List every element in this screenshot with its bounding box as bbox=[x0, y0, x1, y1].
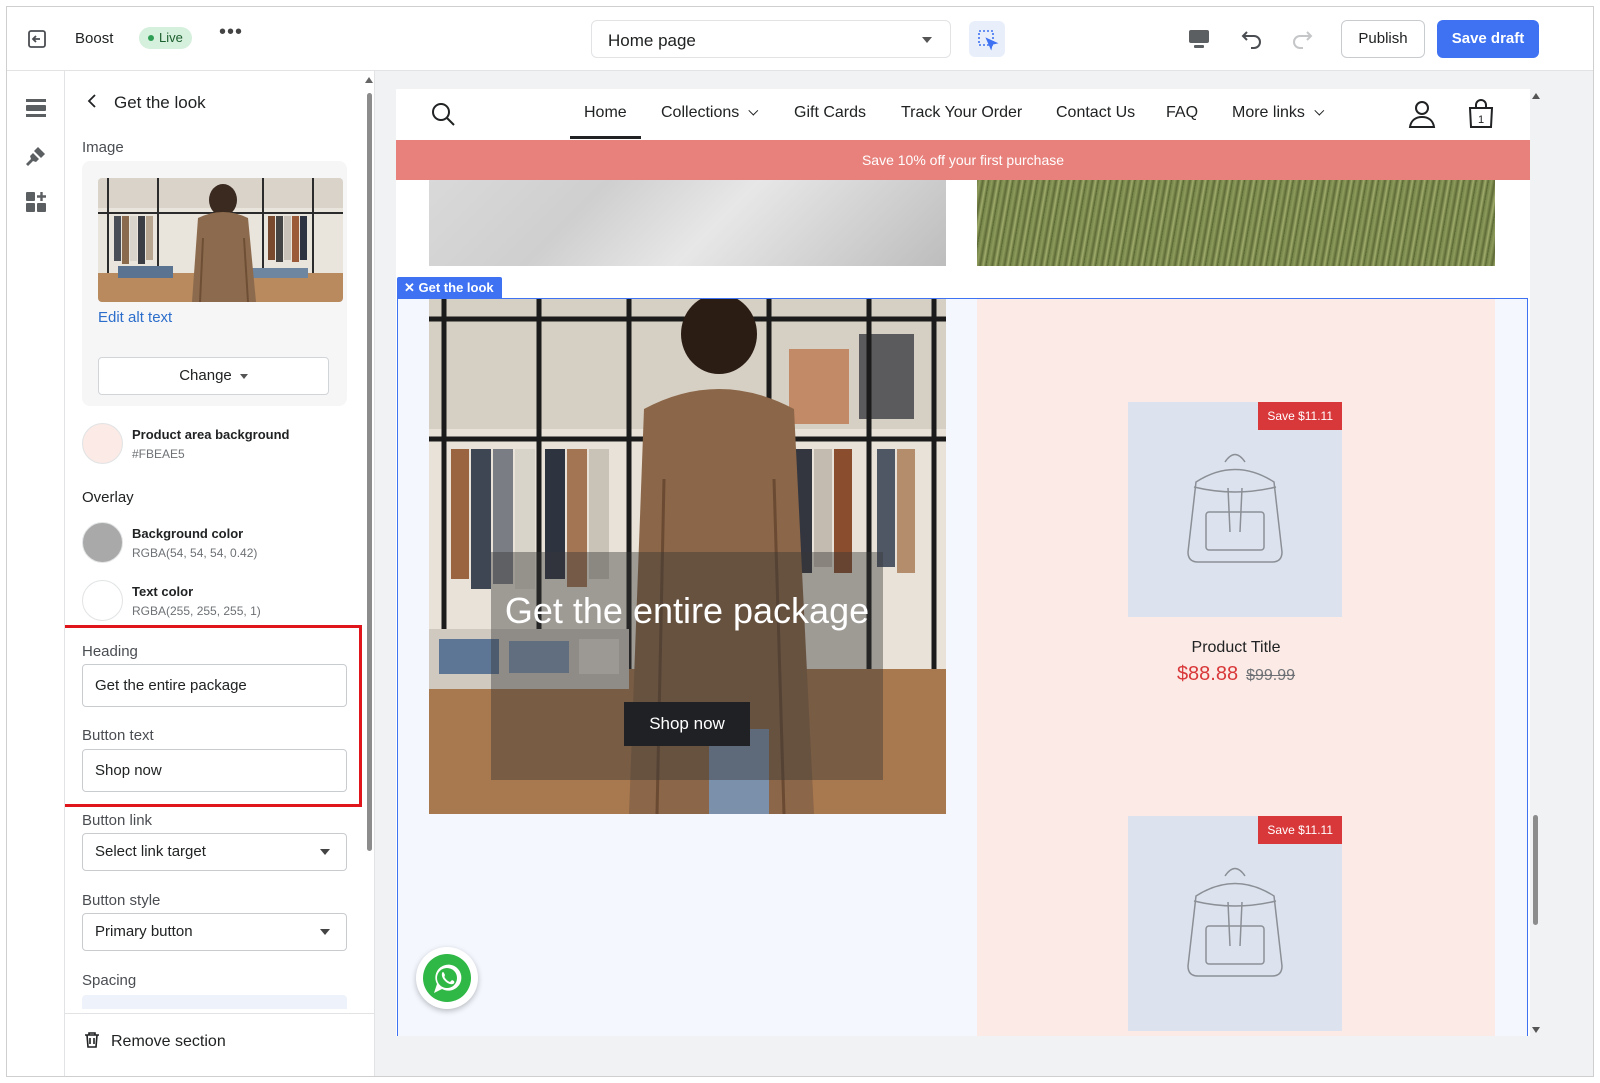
button-link-select[interactable]: Select link target bbox=[82, 833, 347, 871]
nav-item-label: Collections bbox=[661, 104, 740, 121]
edit-alt-text-link[interactable]: Edit alt text bbox=[98, 309, 172, 326]
theme-settings-icon[interactable] bbox=[25, 145, 47, 167]
panel-scroll-thumb[interactable] bbox=[367, 93, 372, 851]
store-navigation: Home Collections Gift Cards Track Your O… bbox=[396, 89, 1530, 140]
spacing-control[interactable] bbox=[82, 995, 347, 1009]
button-text-label: Button text bbox=[82, 727, 154, 744]
button-link-value: Select link target bbox=[95, 843, 206, 860]
page-selector[interactable]: Home page bbox=[591, 20, 951, 58]
search-icon[interactable] bbox=[430, 101, 456, 127]
account-icon[interactable] bbox=[1408, 99, 1436, 129]
storefront-preview: Home Collections Gift Cards Track Your O… bbox=[396, 89, 1530, 1036]
text-color-swatch[interactable] bbox=[82, 580, 123, 621]
chevron-down-icon bbox=[748, 105, 759, 116]
scroll-up-arrow-icon[interactable] bbox=[365, 77, 373, 83]
more-actions-button[interactable]: ••• bbox=[219, 21, 243, 44]
exit-icon[interactable] bbox=[25, 27, 49, 51]
nav-item-more-links[interactable]: More links bbox=[1232, 104, 1325, 122]
section-settings-panel: Get the look Image Edit alt text Change … bbox=[65, 71, 375, 1076]
background-color-swatch[interactable] bbox=[82, 522, 123, 563]
close-icon[interactable]: ✕ bbox=[404, 280, 419, 295]
image-picker-card: Edit alt text Change bbox=[82, 161, 347, 406]
heading-input[interactable]: Get the entire package bbox=[82, 664, 347, 707]
theme-name: Boost bbox=[75, 30, 114, 47]
overlay-heading: Overlay bbox=[82, 489, 134, 506]
product-area-background-value: #FBEAE5 bbox=[132, 447, 185, 461]
sidebar-rail bbox=[7, 71, 65, 1076]
nav-item-contact-us[interactable]: Contact Us bbox=[1056, 104, 1135, 122]
chevron-down-icon bbox=[922, 37, 932, 43]
announcement-bar[interactable]: Save 10% off your first purchase bbox=[396, 140, 1530, 180]
app-blocks-icon[interactable] bbox=[25, 191, 47, 213]
theme-editor-window: Boost Live ••• Home page Publish Save dr… bbox=[6, 6, 1594, 1077]
nav-item-gift-cards[interactable]: Gift Cards bbox=[794, 104, 866, 122]
change-image-label: Change bbox=[179, 367, 232, 384]
scroll-down-arrow-icon[interactable] bbox=[1532, 1027, 1540, 1033]
remove-section-label: Remove section bbox=[111, 1033, 226, 1050]
background-color-label: Background color bbox=[132, 526, 244, 541]
button-style-value: Primary button bbox=[95, 923, 193, 940]
whatsapp-button[interactable] bbox=[416, 947, 478, 1009]
nav-item-label: More links bbox=[1232, 104, 1305, 121]
page-selector-label: Home page bbox=[608, 31, 696, 50]
select-element-icon bbox=[978, 30, 999, 51]
background-color-value: RGBA(54, 54, 54, 0.42) bbox=[132, 546, 258, 560]
button-style-select[interactable]: Primary button bbox=[82, 913, 347, 951]
caret-down-icon bbox=[320, 849, 330, 855]
sections-icon[interactable] bbox=[25, 97, 47, 119]
text-color-label: Text color bbox=[132, 584, 194, 599]
trash-icon bbox=[85, 1032, 99, 1048]
selected-section-tag[interactable]: ✕ Get the look bbox=[397, 277, 502, 299]
preview-scroll-thumb[interactable] bbox=[1533, 815, 1538, 925]
inspector-toggle-button[interactable] bbox=[969, 21, 1005, 57]
whatsapp-icon bbox=[423, 954, 471, 1002]
caret-down-icon bbox=[239, 373, 248, 379]
back-arrow-icon[interactable] bbox=[83, 91, 103, 111]
nav-item-faq[interactable]: FAQ bbox=[1166, 104, 1198, 122]
selected-section-name: Get the look bbox=[418, 280, 494, 295]
panel-scrollbar[interactable] bbox=[365, 77, 375, 1067]
spacing-label: Spacing bbox=[82, 972, 137, 989]
nav-item-collections[interactable]: Collections bbox=[661, 104, 759, 122]
preview-scrollbar[interactable] bbox=[1531, 93, 1541, 1035]
cart-icon[interactable]: 1 bbox=[1467, 99, 1495, 129]
redo-icon[interactable] bbox=[1289, 26, 1315, 52]
store-photo-thumbnail-icon bbox=[98, 178, 343, 302]
image-label: Image bbox=[82, 139, 124, 156]
image-thumbnail[interactable] bbox=[98, 178, 343, 302]
text-color-value: RGBA(255, 255, 255, 1) bbox=[132, 604, 261, 618]
nav-item-track-your-order[interactable]: Track Your Order bbox=[901, 104, 1022, 122]
caret-down-icon bbox=[320, 929, 330, 935]
previous-section-image-right bbox=[977, 180, 1495, 266]
scroll-up-arrow-icon[interactable] bbox=[1532, 93, 1540, 99]
undo-icon[interactable] bbox=[1239, 26, 1265, 52]
cart-count: 1 bbox=[1478, 114, 1484, 126]
button-text-input[interactable]: Shop now bbox=[82, 749, 347, 792]
desktop-preview-icon[interactable] bbox=[1187, 27, 1211, 51]
nav-item-home[interactable]: Home bbox=[570, 104, 641, 139]
panel-title: Get the look bbox=[114, 93, 206, 112]
heading-label: Heading bbox=[82, 643, 138, 660]
publish-button[interactable]: Publish bbox=[1341, 20, 1425, 58]
selected-section-outline bbox=[397, 298, 1528, 1036]
chevron-down-icon bbox=[1314, 105, 1325, 116]
change-image-button[interactable]: Change bbox=[98, 357, 329, 395]
product-area-background-label: Product area background bbox=[132, 427, 290, 442]
save-draft-button[interactable]: Save draft bbox=[1437, 20, 1539, 58]
button-style-label: Button style bbox=[82, 892, 161, 909]
remove-section-button[interactable]: Remove section bbox=[65, 1013, 374, 1076]
top-bar: Boost Live ••• Home page Publish Save dr… bbox=[7, 7, 1593, 71]
product-area-background-swatch[interactable] bbox=[82, 423, 123, 464]
button-link-label: Button link bbox=[82, 812, 153, 829]
live-status-badge: Live bbox=[139, 27, 192, 49]
previous-section-image-left bbox=[429, 180, 946, 266]
